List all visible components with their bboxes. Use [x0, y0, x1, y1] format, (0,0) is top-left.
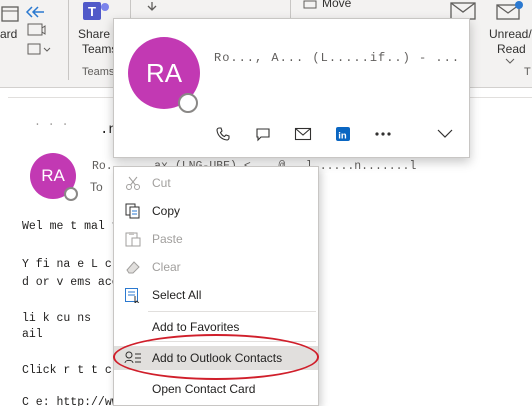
sender-presence-indicator — [64, 187, 78, 201]
ribbon-separator — [68, 0, 69, 80]
tags-group-label: T — [524, 66, 531, 78]
menu-item-paste[interactable]: Paste — [114, 227, 318, 251]
more-respond-icon[interactable] — [26, 42, 52, 58]
contact-card: RA Ro..., A... (L.....if..) - ... in — [113, 18, 470, 158]
menu-label-open-contact-card: Open Contact Card — [152, 382, 256, 396]
context-menu: Cut Copy Paste Clear Select All Add to F… — [113, 166, 319, 406]
unread-read-button[interactable]: Unread/ — [489, 27, 532, 41]
chat-icon — [256, 128, 270, 142]
menu-item-clear[interactable]: Clear — [114, 255, 318, 279]
sender-initials: RA — [41, 166, 65, 185]
ribbon-card-label[interactable]: ard — [0, 27, 17, 41]
body-line: ail — [22, 328, 43, 341]
reply-all-icon[interactable] — [24, 4, 48, 20]
teams-icon[interactable]: T — [79, 0, 111, 22]
scissors-icon — [126, 176, 140, 190]
email-button[interactable] — [292, 123, 314, 145]
menu-label-add-to-outlook-contacts: Add to Outlook Contacts — [152, 351, 283, 365]
unread-read-button-line2[interactable]: Read — [497, 42, 526, 56]
menu-separator — [148, 311, 316, 312]
menu-label-copy: Copy — [152, 204, 181, 218]
share-to-teams-label[interactable]: Share t — [78, 27, 117, 41]
menu-label-clear: Clear — [152, 260, 181, 274]
contact-presence-indicator — [178, 93, 198, 113]
add-contact-icon — [124, 351, 141, 364]
menu-separator — [148, 341, 316, 342]
select-all-icon — [125, 288, 140, 303]
teams-group-label: Teams — [82, 66, 115, 78]
meeting-icon[interactable] — [26, 22, 46, 38]
body-line: li k cu ns — [22, 312, 92, 325]
contact-card-actions: in — [212, 123, 462, 145]
menu-label-paste: Paste — [152, 232, 183, 246]
move-button[interactable]: Move — [322, 0, 351, 10]
move-icon[interactable] — [302, 0, 318, 10]
rules-icon[interactable] — [144, 0, 160, 12]
chat-button[interactable] — [252, 123, 274, 145]
unread-read-icon[interactable] — [494, 0, 524, 22]
more-icon — [375, 132, 391, 136]
menu-item-copy[interactable]: Copy — [114, 199, 318, 223]
svg-text:in: in — [338, 131, 347, 142]
mail-icon — [294, 127, 312, 141]
paste-icon — [125, 232, 141, 247]
expand-card-button[interactable] — [434, 123, 456, 145]
menu-label-add-to-favorites: Add to Favorites — [152, 320, 240, 334]
copy-icon — [125, 203, 140, 219]
menu-item-cut[interactable]: Cut — [114, 171, 318, 195]
chevron-down-icon — [437, 129, 453, 138]
contact-name: Ro..., A... (L.....if..) - ... — [214, 51, 461, 65]
svg-text:T: T — [88, 4, 96, 19]
to-label: To — [90, 180, 103, 194]
eraser-icon — [126, 261, 140, 274]
more-options-button[interactable] — [372, 123, 394, 145]
menu-item-add-to-favorites[interactable]: Add to Favorites — [114, 315, 318, 339]
linkedin-icon: in — [336, 127, 350, 142]
contact-initials: RA — [145, 57, 183, 88]
linkedin-button[interactable]: in — [332, 123, 354, 145]
call-button[interactable] — [212, 123, 234, 145]
menu-label-cut: Cut — [152, 176, 171, 190]
chevron-down-icon[interactable] — [505, 58, 515, 64]
phone-icon — [216, 127, 230, 141]
menu-item-add-to-outlook-contacts[interactable]: Add to Outlook Contacts — [114, 346, 318, 370]
menu-item-select-all[interactable]: Select All — [114, 283, 318, 307]
menu-label-select-all: Select All — [152, 288, 202, 302]
message-header-dots: . . . — [34, 116, 69, 129]
menu-item-open-contact-card[interactable]: Open Contact Card — [114, 377, 318, 401]
calendar-icon[interactable] — [0, 4, 22, 26]
